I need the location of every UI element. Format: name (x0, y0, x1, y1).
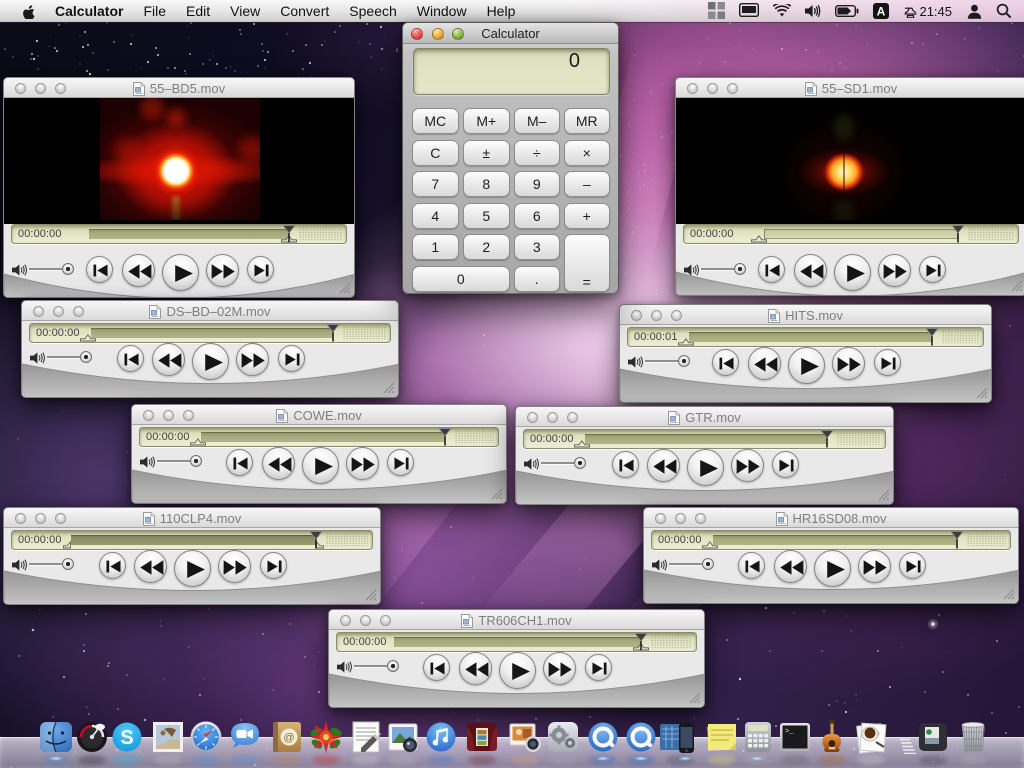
svg-text:@: @ (283, 732, 294, 744)
svg-text:>_: >_ (785, 728, 794, 736)
svg-text:S: S (120, 727, 133, 749)
svg-text:A: A (877, 5, 886, 19)
